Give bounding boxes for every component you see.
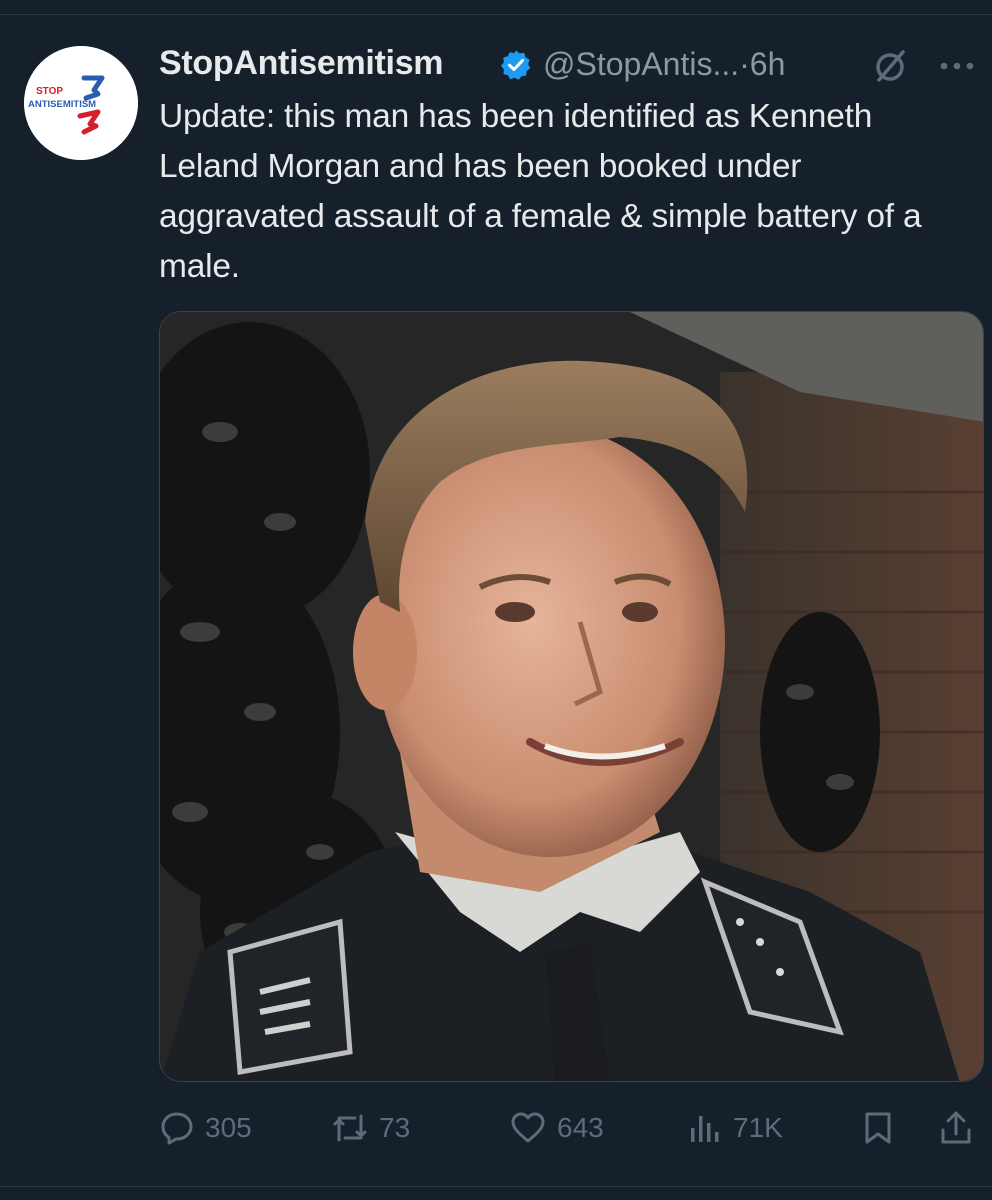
avatar[interactable]: STOP ANTISEMITISM [24,46,138,160]
grok-icon[interactable] [871,46,911,86]
handle-and-time[interactable]: @StopAntis...·6h [543,46,785,83]
views-icon [691,1116,719,1142]
photo-of-man-in-uniform-icon [160,312,983,1081]
logo-text-antisemitism: ANTISEMITISM [28,99,96,110]
time-separator: · [739,46,750,82]
reply-icon [161,1112,193,1145]
bookmark-icon [865,1112,891,1144]
tweet-page: STOP ANTISEMITISM StopAntisemitism @Stop… [0,0,992,1200]
share-button[interactable] [939,1100,973,1156]
tweet-actions: 305 73 643 71K [159,1100,984,1156]
retweet-icon [333,1114,367,1142]
like-button[interactable]: 643 [509,1100,604,1156]
more-options-icon[interactable] [937,54,977,78]
heart-icon [511,1112,545,1143]
bookmark-button[interactable] [861,1100,895,1156]
retweet-count: 73 [379,1112,411,1143]
tweet-header: StopAntisemitism @StopAntis...·6h [159,40,979,90]
tweet-text: Update: this man has been identified as … [159,98,922,285]
stop-antisemitism-logo-icon: STOP ANTISEMITISM [24,46,138,160]
tweet-media-photo[interactable] [159,311,984,1082]
like-count: 643 [557,1112,604,1143]
reply-button[interactable]: 305 [159,1100,252,1156]
reply-count: 305 [205,1112,252,1143]
bottom-divider [0,1186,992,1187]
display-name[interactable]: StopAntisemitism [159,44,444,83]
top-divider [0,14,992,15]
retweet-button[interactable]: 73 [331,1100,410,1156]
verified-badge-icon [501,50,531,80]
views-count: 71K [733,1112,783,1143]
timestamp[interactable]: 6h [750,46,786,82]
views-button[interactable]: 71K [687,1100,783,1156]
share-icon [941,1111,971,1144]
handle[interactable]: @StopAntis... [543,46,739,82]
logo-text-stop: STOP [36,86,63,97]
